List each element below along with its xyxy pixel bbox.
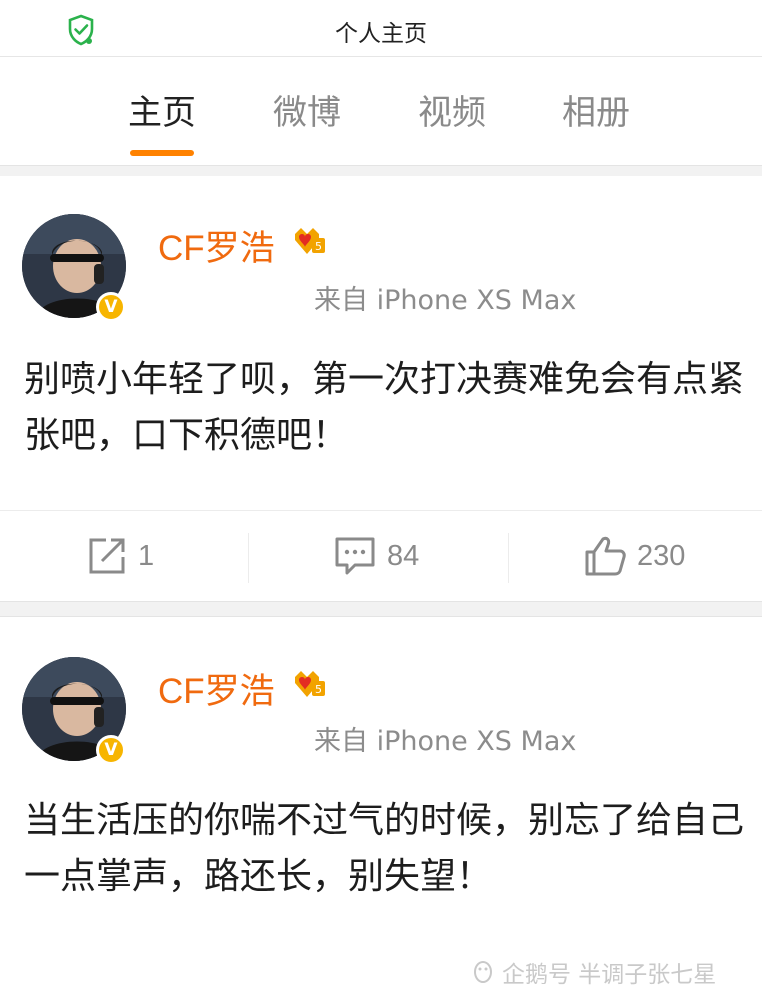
feed-post: V CF罗浩 5 来自 iPhone XS Max 当生活压的你喘不过气的时候，… (0, 617, 762, 1000)
tab-bar: 主页 微博 视频 相册 (0, 57, 762, 165)
tab-home[interactable]: 主页 (102, 85, 222, 134)
thumbs-up-icon (585, 536, 626, 576)
divider (248, 533, 249, 583)
verified-badge: V (96, 735, 126, 765)
comment-icon (335, 537, 375, 575)
penguin-icon (474, 961, 492, 983)
heart-badge-icon: 5 (295, 671, 325, 697)
repost-count: 1 (138, 539, 155, 572)
svg-text:5: 5 (315, 683, 322, 696)
page-title: 个人主页 (335, 21, 427, 47)
username[interactable]: CF罗浩 (158, 663, 275, 714)
post-actions: 1 84 230 (0, 511, 762, 601)
active-tab-indicator (130, 150, 194, 156)
watermark: 企鹅号 半调子张七星 (470, 955, 716, 989)
divider (508, 533, 509, 583)
svg-text:5: 5 (315, 240, 322, 253)
username[interactable]: CF罗浩 (158, 220, 275, 271)
feed-post: V CF罗浩 5 来自 iPhone XS Max 别喷小年轻了呗，第一次打决赛… (0, 176, 762, 601)
repost-icon (89, 538, 125, 574)
post-text: 别喷小年轻了呗，第一次打决赛难免会有点紧张吧，口下积德吧！ (24, 359, 745, 456)
post-text: 当生活压的你喘不过气的时候，别忘了给自己一点掌声，路还长，别失望！ (24, 800, 745, 897)
verified-badge: V (96, 292, 126, 322)
watermark-text: 企鹅号 半调子张七星 (502, 962, 717, 988)
like-button[interactable]: 230 (583, 511, 685, 601)
tab-weibo[interactable]: 微博 (247, 85, 367, 134)
post-source: 来自 iPhone XS Max (314, 285, 577, 316)
repost-button[interactable]: 1 (86, 511, 154, 601)
tab-album[interactable]: 相册 (536, 85, 656, 134)
post-source: 来自 iPhone XS Max (314, 726, 577, 757)
top-bar: 个人主页 (0, 0, 762, 56)
tab-video[interactable]: 视频 (392, 85, 512, 134)
comment-button[interactable]: 84 (333, 511, 419, 601)
heart-badge-icon: 5 (295, 228, 325, 254)
section-gap (0, 601, 762, 617)
comment-count: 84 (387, 539, 420, 572)
like-count: 230 (637, 539, 686, 572)
